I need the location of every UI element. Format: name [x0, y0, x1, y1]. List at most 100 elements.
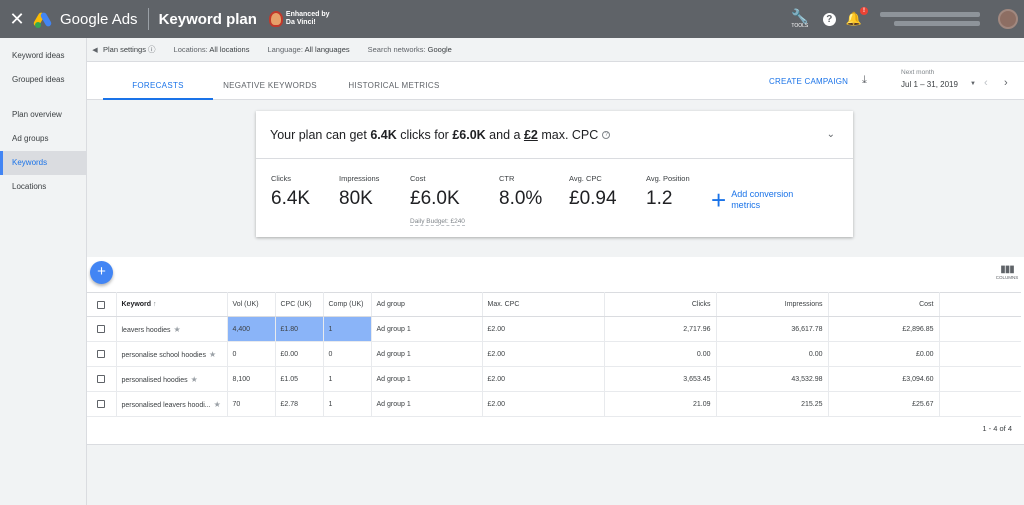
metric-avg-position: Avg. Position 1.2 — [646, 174, 690, 209]
brand-name: Google Ads — [60, 10, 138, 28]
keyword-cell[interactable]: personalised leavers hoodi... ★ — [116, 391, 228, 417]
vol-cell: 4,400 — [227, 316, 276, 342]
impressions-cell: 36,617.78 — [716, 316, 829, 342]
chevron-down-icon[interactable]: ⌄ — [827, 129, 835, 140]
clicks-cell: 3,653.45 — [604, 366, 717, 392]
cost-cell: £0.00 — [828, 341, 940, 367]
ad-group-cell[interactable]: Ad group 1 — [371, 391, 483, 417]
sidebar-item-keywords[interactable]: Keywords — [0, 151, 86, 175]
header-max-cpc[interactable]: Max. CPC — [482, 292, 605, 317]
metric-clicks: Clicks 6.4K — [271, 174, 311, 209]
comp-cell: 0 — [323, 341, 372, 367]
table-row: personalised leavers hoodi... ★ 70 £2.78 … — [87, 391, 1021, 417]
cpc-cell: £1.05 — [275, 366, 324, 392]
tab-historical-metrics[interactable]: HISTORICAL METRICS — [339, 62, 449, 100]
keyword-cell[interactable]: personalise school hoodies ★ — [116, 341, 228, 367]
help-icon[interactable]: ? — [822, 12, 836, 26]
info-icon: ⓘ — [148, 45, 156, 54]
columns-icon: ▮▮▮ — [1000, 264, 1015, 275]
sidebar-item-keyword-ideas[interactable]: Keyword ideas — [0, 44, 86, 68]
header-clicks[interactable]: Clicks — [604, 292, 717, 317]
metric-impressions: Impressions 80K — [339, 174, 380, 209]
summary-max-cpc[interactable]: £2 — [524, 128, 538, 142]
plan-settings-button[interactable]: Plan settings ⓘ — [103, 44, 156, 55]
max-cpc-cell[interactable]: £2.00 — [482, 316, 605, 342]
vol-cell: 70 — [227, 391, 276, 417]
metric-cost: Cost £6.0K Daily Budget: £240 — [410, 174, 465, 226]
star-icon[interactable]: ★ — [174, 325, 181, 334]
daily-budget[interactable]: Daily Budget: £240 — [410, 218, 465, 226]
tab-forecasts[interactable]: FORECASTS — [103, 62, 213, 100]
sort-arrow-icon: ↑ — [153, 301, 157, 308]
avatar[interactable] — [998, 9, 1018, 29]
help-circle-icon[interactable]: ? — [602, 130, 611, 139]
cost-cell: £3,094.60 — [828, 366, 940, 392]
select-all-checkbox[interactable] — [87, 292, 117, 317]
next-month-label: Next month — [901, 69, 935, 76]
divider — [147, 8, 149, 30]
keywords-table-panel: + ▮▮▮ COLUMNS Keyword ↑ Vol (UK) CPC (UK… — [87, 257, 1024, 445]
star-icon[interactable]: ★ — [209, 350, 216, 359]
create-campaign-button[interactable]: CREATE CAMPAIGN — [769, 77, 848, 86]
max-cpc-cell[interactable]: £2.00 — [482, 366, 605, 392]
ad-group-cell[interactable]: Ad group 1 — [371, 316, 483, 342]
keyword-cell[interactable]: personalised hoodies ★ — [116, 366, 228, 392]
table-row: personalised hoodies ★ 8,100 £1.05 1 Ad g… — [87, 366, 1021, 392]
tools-button[interactable]: 🔧 TOOLS — [785, 9, 815, 29]
cpc-cell: £1.80 — [275, 316, 324, 342]
keyword-cell[interactable]: leavers hoodies ★ — [116, 316, 228, 342]
star-icon[interactable]: ★ — [191, 375, 198, 384]
language-setting[interactable]: Language: All languages — [267, 45, 349, 54]
ad-group-cell[interactable]: Ad group 1 — [371, 366, 483, 392]
row-checkbox[interactable] — [87, 366, 117, 392]
metric-ctr: CTR 8.0% — [499, 174, 543, 209]
header-keyword[interactable]: Keyword ↑ — [116, 292, 228, 317]
header-ad-group[interactable]: Ad group — [371, 292, 483, 317]
header-impressions[interactable]: Impressions — [716, 292, 829, 317]
tab-negative-keywords[interactable]: NEGATIVE KEYWORDS — [217, 62, 323, 100]
date-range-selector[interactable]: Jul 1 – 31, 2019 — [901, 80, 958, 89]
close-icon[interactable]: ✕ — [2, 9, 32, 30]
max-cpc-cell[interactable]: £2.00 — [482, 341, 605, 367]
cost-cell: £25.67 — [828, 391, 940, 417]
next-period-icon[interactable]: › — [1004, 77, 1008, 89]
prev-period-icon[interactable]: ‹ — [984, 77, 988, 89]
row-checkbox[interactable] — [87, 391, 117, 417]
sidebar-item-ad-groups[interactable]: Ad groups — [0, 127, 86, 151]
tools-label: TOOLS — [791, 23, 809, 29]
top-bar: ✕ Google Ads Keyword plan Enhanced by Da… — [0, 0, 1024, 38]
comp-cell: 1 — [323, 366, 372, 392]
header-spacer — [939, 292, 1021, 317]
impressions-cell: 43,532.98 — [716, 366, 829, 392]
ad-group-cell[interactable]: Ad group 1 — [371, 341, 483, 367]
sidebar-item-plan-overview[interactable]: Plan overview — [0, 103, 86, 127]
bell-icon: 🔔 — [845, 11, 862, 26]
account-info-blurred[interactable] — [880, 12, 988, 26]
tab-bar: FORECASTS NEGATIVE KEYWORDS HISTORICAL M… — [87, 62, 1024, 100]
download-icon[interactable]: ⤓ — [862, 74, 867, 87]
header-cpc[interactable]: CPC (UK) — [275, 292, 324, 317]
header-comp[interactable]: Comp (UK) — [323, 292, 372, 317]
header-vol[interactable]: Vol (UK) — [227, 292, 276, 317]
star-icon[interactable]: ★ — [214, 400, 221, 409]
sidebar-item-locations[interactable]: Locations — [0, 175, 86, 199]
cpc-cell: £2.78 — [275, 391, 324, 417]
table-row: personalise school hoodies ★ 0 £0.00 0 Ad… — [87, 341, 1021, 367]
summary-clicks: 6.4K — [370, 127, 397, 142]
notifications-button[interactable]: 🔔 ! — [845, 7, 868, 27]
columns-button[interactable]: ▮▮▮ COLUMNS — [994, 264, 1020, 281]
locations-setting[interactable]: Locations: All locations — [174, 45, 250, 54]
add-conversion-metrics-button[interactable]: + Add conversion metrics — [711, 187, 793, 213]
wrench-icon: 🔧 — [791, 8, 809, 24]
dropdown-arrow-icon[interactable]: ▼ — [970, 81, 976, 87]
header-cost[interactable]: Cost — [828, 292, 940, 317]
row-checkbox[interactable] — [87, 341, 117, 367]
add-keyword-button[interactable]: + — [90, 261, 113, 284]
max-cpc-cell[interactable]: £2.00 — [482, 391, 605, 417]
row-checkbox[interactable] — [87, 316, 117, 342]
networks-setting[interactable]: Search networks: Google — [368, 45, 452, 54]
collapse-icon[interactable]: ◀ — [87, 46, 103, 54]
forecast-card: Your plan can get 6.4K clicks for £6.0K … — [256, 111, 853, 237]
sidebar-item-grouped-ideas[interactable]: Grouped ideas — [0, 68, 86, 92]
enhanced-line1: Enhanced by — [285, 11, 330, 18]
